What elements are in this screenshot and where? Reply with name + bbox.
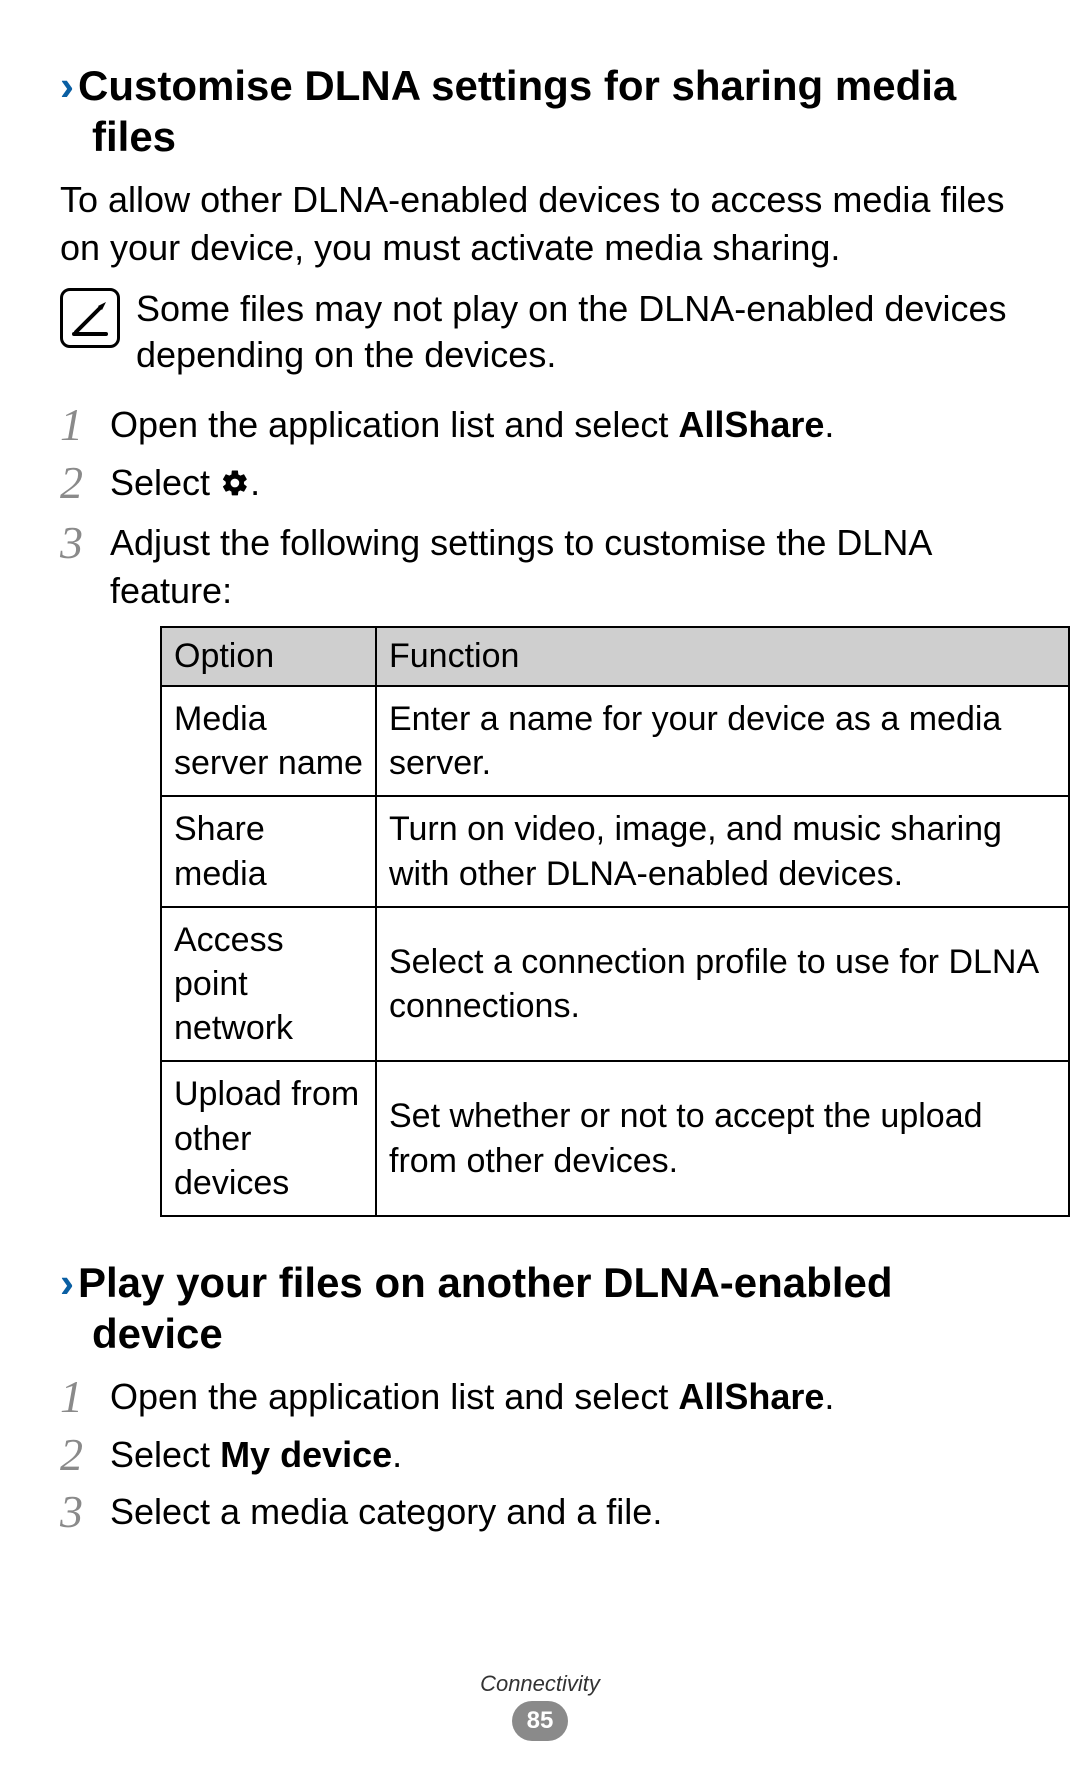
step-2b-text-pre: Select — [110, 1434, 220, 1475]
table-row: Media server name Enter a name for your … — [161, 686, 1069, 796]
note-callout: Some files may not play on the DLNA-enab… — [60, 286, 1020, 380]
step-2-text-post: . — [250, 462, 260, 503]
chevron-right-icon: › — [60, 1259, 74, 1306]
chevron-right-icon: › — [60, 62, 74, 109]
step-2: Select My device. — [60, 1431, 1020, 1479]
step-2-text-pre: Select — [110, 462, 220, 503]
step-2b-text-post: . — [392, 1434, 402, 1475]
step-3: Adjust the following settings to customi… — [60, 519, 1020, 1217]
section-heading-play-files: ›Play your files on another DLNA-enabled… — [60, 1257, 1020, 1359]
option-cell: Upload from other devices — [161, 1061, 376, 1216]
step-1b-text-pre: Open the application list and select — [110, 1376, 678, 1417]
gear-icon — [220, 462, 250, 510]
step-1b-text-post: . — [824, 1376, 834, 1417]
note-text: Some files may not play on the DLNA-enab… — [136, 286, 1020, 380]
function-cell: Set whether or not to accept the upload … — [376, 1061, 1069, 1216]
step-1-text-post: . — [824, 404, 834, 445]
table-header-function: Function — [376, 627, 1069, 686]
step-2b-text-bold: My device — [220, 1434, 392, 1475]
step-1b-text-bold: AllShare — [678, 1376, 824, 1417]
step-1-text-bold: AllShare — [678, 404, 824, 445]
table-row: Share media Turn on video, image, and mu… — [161, 796, 1069, 906]
heading-text-line1: Customise DLNA settings for sharing medi… — [78, 62, 956, 109]
intro-paragraph: To allow other DLNA-enabled devices to a… — [60, 176, 1020, 271]
step-3: Select a media category and a file. — [60, 1488, 1020, 1536]
option-cell: Media server name — [161, 686, 376, 796]
step-3b-text: Select a media category and a file. — [110, 1491, 662, 1532]
manual-page: ›Customise DLNA settings for sharing med… — [0, 0, 1080, 1771]
option-cell: Share media — [161, 796, 376, 906]
table-row: Upload from other devices Set whether or… — [161, 1061, 1069, 1216]
step-2: Select . — [60, 459, 1020, 510]
step-1-text-pre: Open the application list and select — [110, 404, 678, 445]
note-icon — [60, 288, 120, 348]
function-cell: Turn on video, image, and music sharing … — [376, 796, 1069, 906]
dlna-options-table: Option Function Media server name Enter … — [160, 626, 1070, 1217]
table-header-option: Option — [161, 627, 376, 686]
step-3-text: Adjust the following settings to customi… — [110, 522, 930, 611]
heading2-text-line1: Play your files on another DLNA-enabled — [78, 1259, 892, 1306]
section-heading-customise-dlna: ›Customise DLNA settings for sharing med… — [60, 60, 1020, 162]
step-1: Open the application list and select All… — [60, 401, 1020, 449]
table-row: Access point network Select a connection… — [161, 907, 1069, 1062]
step-1: Open the application list and select All… — [60, 1373, 1020, 1421]
heading-text-line2: files — [60, 111, 1020, 162]
page-footer: Connectivity 85 — [0, 1671, 1080, 1741]
footer-category: Connectivity — [0, 1671, 1080, 1697]
function-cell: Enter a name for your device as a media … — [376, 686, 1069, 796]
page-number-badge: 85 — [512, 1701, 568, 1741]
heading2-text-line2: device — [60, 1308, 1020, 1359]
section-play-files: ›Play your files on another DLNA-enabled… — [60, 1257, 1020, 1536]
steps-list-customise: Open the application list and select All… — [60, 401, 1020, 1217]
option-cell: Access point network — [161, 907, 376, 1062]
function-cell: Select a connection profile to use for D… — [376, 907, 1069, 1062]
steps-list-play: Open the application list and select All… — [60, 1373, 1020, 1536]
